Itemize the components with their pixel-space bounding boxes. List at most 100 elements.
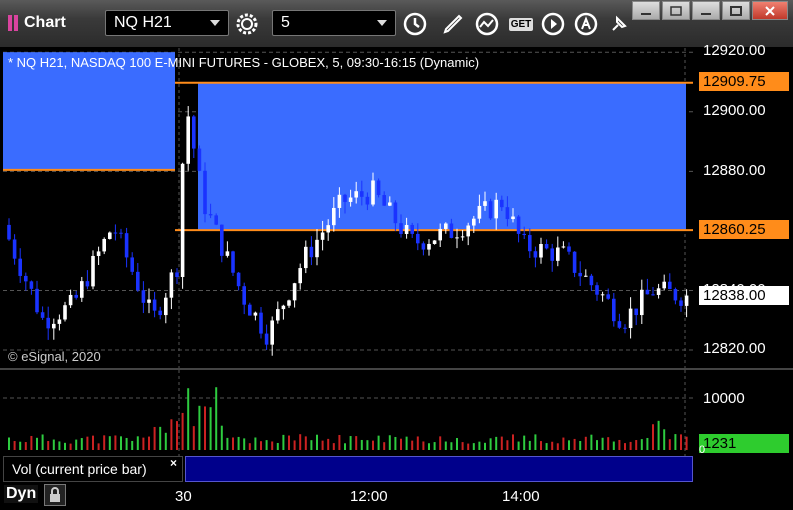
volume-bar <box>512 434 514 450</box>
volume-bar <box>652 424 654 450</box>
get-data-button[interactable]: GET <box>506 11 536 37</box>
link-button[interactable] <box>606 11 632 37</box>
candle-body <box>416 233 420 244</box>
close-study-icon[interactable]: × <box>170 456 177 470</box>
volume-bar <box>142 437 145 450</box>
candle-body <box>203 170 207 215</box>
candle-body <box>147 299 151 303</box>
draw-button[interactable] <box>440 11 466 37</box>
candle-body <box>225 251 230 256</box>
dynamic-button[interactable]: Dyn <box>4 485 39 503</box>
candle-body <box>684 295 689 306</box>
price-chart[interactable] <box>3 48 693 368</box>
candle-body <box>287 300 291 306</box>
volume-bar <box>601 437 604 450</box>
chevron-down-icon <box>377 20 387 26</box>
candle-body <box>656 288 661 295</box>
time-axis[interactable] <box>0 482 793 510</box>
volume-bar <box>400 438 402 450</box>
volume-bar <box>506 440 509 450</box>
interval-value: 5 <box>281 14 290 31</box>
play-button[interactable] <box>540 11 566 37</box>
indicator-icon <box>475 12 499 36</box>
volume-chart[interactable] <box>3 370 693 456</box>
volume-bar <box>304 436 307 450</box>
volume-bar <box>590 434 593 450</box>
volume-bar <box>131 440 134 450</box>
volume-bar <box>528 440 531 450</box>
candle-body <box>444 223 448 229</box>
candle-body <box>74 294 78 298</box>
candle-body <box>668 281 672 290</box>
volume-study-label[interactable]: Vol (current price bar) <box>3 456 183 482</box>
volume-bar <box>114 435 117 450</box>
minimize-button[interactable] <box>692 1 720 20</box>
minimize-icon <box>701 12 711 15</box>
settings-button[interactable] <box>234 11 260 37</box>
candle-body <box>432 240 437 244</box>
volume-bar <box>204 406 206 450</box>
minimize-window-button[interactable] <box>632 1 660 20</box>
candle-body <box>511 216 515 220</box>
restore-icon <box>670 5 682 16</box>
candle-body <box>589 275 594 286</box>
volume-bar <box>422 441 425 450</box>
volume-bar <box>97 443 100 450</box>
volume-bar <box>495 436 498 450</box>
candle-body <box>516 216 521 234</box>
volume-bar <box>556 443 559 450</box>
volume-bar <box>164 432 167 450</box>
volume-bar <box>534 434 537 450</box>
candle-body <box>136 271 140 291</box>
candle-body <box>175 272 179 277</box>
clock-icon <box>403 12 427 36</box>
price-axis[interactable]: 12920.00 12900.00 12880.00 12840.00 1282… <box>693 42 793 368</box>
candle-body <box>477 205 482 219</box>
volume-axis[interactable]: 10000 1231 0 <box>693 370 793 456</box>
candle-body <box>421 243 426 250</box>
candle-body <box>68 294 73 306</box>
candle-body <box>108 232 112 239</box>
candle-body <box>488 201 493 219</box>
volume-bar <box>579 441 582 450</box>
interval-dropdown[interactable]: 5 <box>272 10 396 36</box>
volume-bar <box>607 437 610 450</box>
candle-body <box>130 257 134 272</box>
volume-bar <box>332 443 335 450</box>
volume-bar <box>58 441 61 450</box>
candle-body <box>119 232 123 234</box>
volume-bar <box>489 438 492 450</box>
volume-bar <box>293 440 296 450</box>
candle-body <box>550 248 554 261</box>
upper-level-tag: 12909.75 <box>699 72 789 91</box>
candle-body <box>528 235 532 252</box>
volume-bar <box>562 437 565 450</box>
candle-body <box>348 197 353 202</box>
volume-bar <box>148 436 150 450</box>
studies-button[interactable] <box>474 11 500 37</box>
alert-icon <box>574 12 598 36</box>
lock-button[interactable] <box>44 484 66 506</box>
candle-body <box>46 317 50 329</box>
candle-body <box>438 228 442 241</box>
maximize-button[interactable] <box>722 1 750 20</box>
candle-body <box>595 285 599 295</box>
candle-body <box>253 312 258 316</box>
close-button[interactable] <box>752 1 788 20</box>
candle-body <box>533 251 538 258</box>
volume-bar <box>433 442 436 450</box>
candle-body <box>628 308 633 329</box>
alert-button[interactable] <box>573 11 599 37</box>
volume-bar <box>685 436 688 450</box>
candle-body <box>40 312 45 318</box>
time-tick: 14:00 <box>502 488 540 505</box>
symbol-dropdown[interactable]: NQ H21 <box>105 10 229 36</box>
candle-body <box>304 246 308 269</box>
volume-bar <box>120 436 122 450</box>
volume-bar <box>349 436 352 450</box>
time-template-button[interactable] <box>402 11 428 37</box>
candle-body <box>673 289 678 301</box>
volume-bar <box>288 435 290 450</box>
restore-window-button[interactable] <box>662 1 690 20</box>
volume-zero: 0 <box>699 444 706 456</box>
